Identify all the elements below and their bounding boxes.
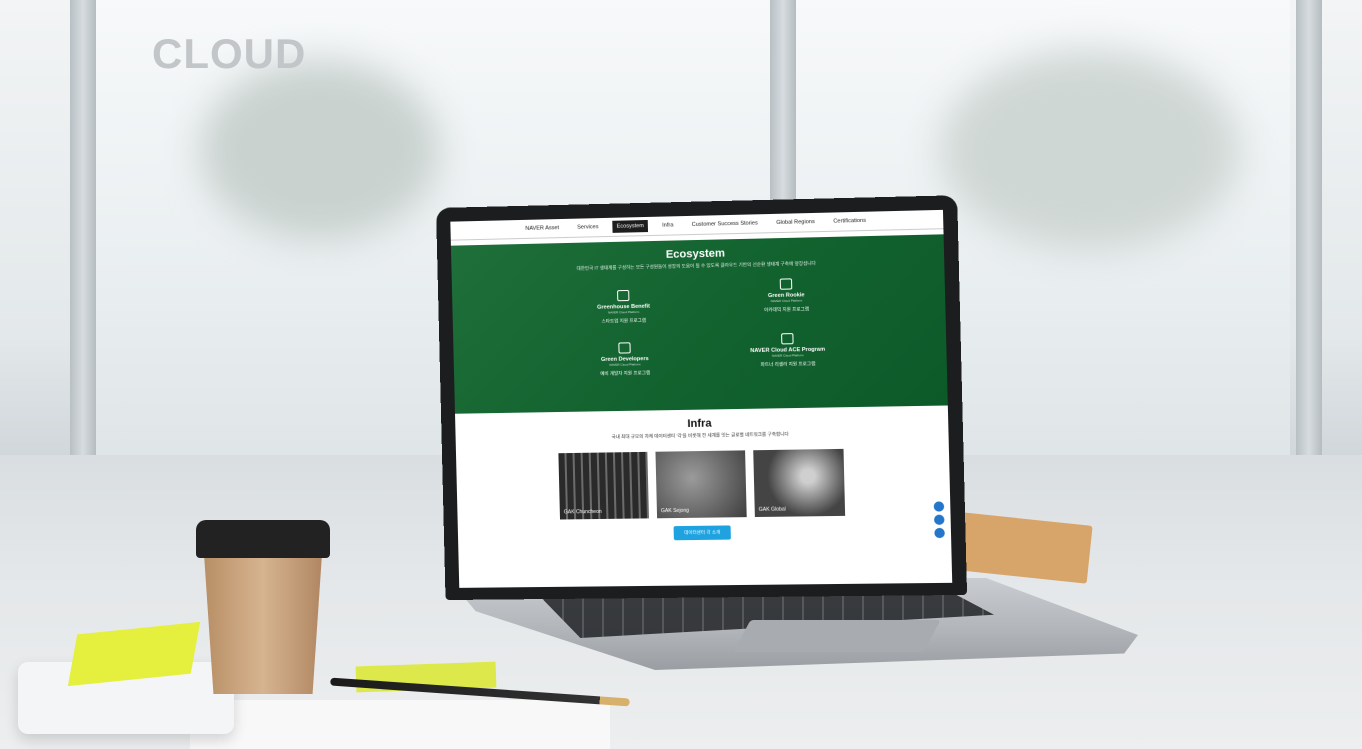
datacenter-name: GAK Global: [758, 506, 786, 513]
coffee-cup-lid: [196, 520, 330, 558]
ecosystem-section: Ecosystem 대한민국 IT 생태계를 구성하는 모든 구성원들이 성장의…: [450, 234, 948, 414]
greenhouse-icon: [617, 289, 630, 302]
infra-section: Infra 국내 최대 규모의 자체 데이터센터 '각'을 비롯해 전 세계를 …: [455, 414, 951, 543]
program-desc: 아카데믹 지원 프로그램: [764, 306, 810, 313]
blurred-tree: [940, 50, 1240, 250]
datacenter-name: GAK Sejong: [660, 507, 690, 515]
laptop-lid: NAVER Asset Services Ecosystem Infra Cus…: [436, 195, 968, 601]
scroll-top-icon[interactable]: [934, 527, 945, 539]
program-desc: 파트너 리셀러 지원 프로그램: [760, 361, 816, 368]
blurred-tree: [200, 60, 440, 240]
laptop-screen: NAVER Asset Services Ecosystem Infra Cus…: [450, 209, 953, 588]
datacenter-card[interactable]: GAK Sejong: [655, 450, 747, 519]
coffee-cup-body: [204, 554, 322, 694]
nav-item-global-regions[interactable]: Global Regions: [772, 216, 819, 229]
laptop-trackpad: [733, 620, 941, 652]
support-icon[interactable]: [933, 514, 945, 525]
program-ace[interactable]: NAVER Cloud ACE Program NAVER Cloud Plat…: [726, 332, 850, 369]
window-frame: [70, 0, 96, 520]
chat-icon[interactable]: [933, 501, 945, 512]
program-green-rookie[interactable]: Green Rookie NAVER Cloud Platform 아카데믹 지…: [725, 277, 849, 314]
nav-item-naver-asset[interactable]: NAVER Asset: [521, 222, 563, 235]
program-green-developers[interactable]: Green Developers NAVER Cloud Platform 예비…: [564, 341, 686, 378]
datacenter-card[interactable]: GAK Global: [753, 448, 846, 518]
program-greenhouse[interactable]: Greenhouse Benefit NAVER Cloud Platform …: [562, 289, 684, 326]
ace-icon: [781, 333, 794, 345]
nav-item-ecosystem[interactable]: Ecosystem: [612, 219, 649, 233]
notepad: [190, 700, 610, 749]
datacenter-list: GAK Chuncheon GAK Sejong GAK Global: [456, 447, 951, 521]
datacenter-intro-button[interactable]: 데이터센터 각 소개: [673, 525, 731, 541]
nav-item-certifications[interactable]: Certifications: [829, 215, 870, 228]
cloud-logo: CLOUD: [152, 30, 307, 77]
rookie-icon: [779, 278, 793, 290]
datacenter-name: GAK Chuncheon: [563, 508, 602, 516]
nav-item-infra[interactable]: Infra: [658, 219, 678, 232]
program-desc: 예비 개발자 지원 프로그램: [600, 370, 651, 377]
program-sub: NAVER Cloud Platform: [771, 353, 804, 358]
datacenter-card[interactable]: GAK Chuncheon: [558, 451, 649, 520]
program-sub: NAVER Cloud Platform: [609, 362, 641, 367]
nav-item-customer-success[interactable]: Customer Success Stories: [688, 217, 763, 231]
floating-buttons: [933, 501, 945, 539]
developers-icon: [618, 342, 631, 354]
coffee-cup: [196, 520, 330, 694]
program-desc: 스타트업 지원 프로그램: [601, 317, 647, 324]
window-frame: [1296, 0, 1322, 520]
nav-item-services[interactable]: Services: [573, 221, 603, 234]
